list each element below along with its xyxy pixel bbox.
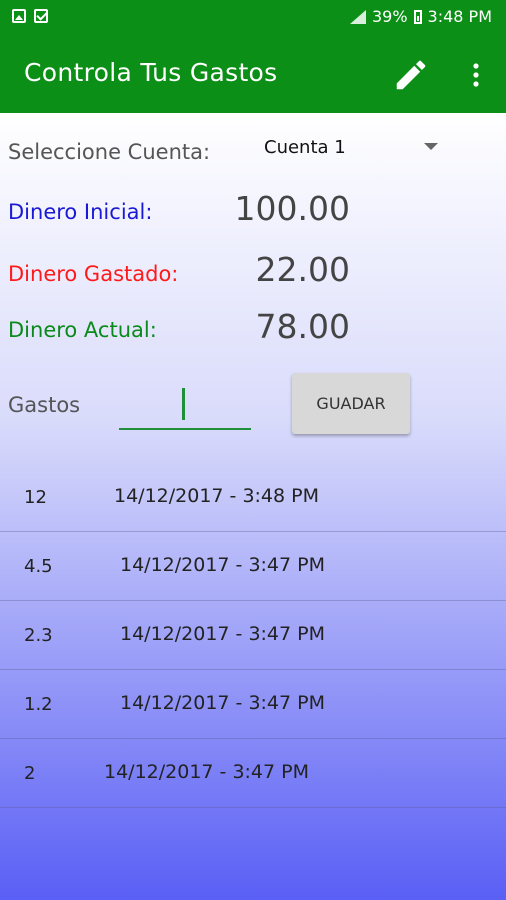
expense-row[interactable]: 2 14/12/2017 - 3:47 PM xyxy=(0,739,506,808)
battery-percent: 39% xyxy=(371,7,408,26)
dinero-inicial-value: 100.00 xyxy=(234,189,350,228)
notification-icons xyxy=(12,9,48,23)
expense-amount: 2.3 xyxy=(24,625,53,646)
expense-row[interactable]: 1.2 14/12/2017 - 3:47 PM xyxy=(0,670,506,739)
clock: 3:48 PM xyxy=(427,7,492,26)
account-selected[interactable]: Cuenta 1 xyxy=(264,137,346,158)
account-label: Seleccione Cuenta: xyxy=(8,140,211,164)
expense-amount: 1.2 xyxy=(24,694,53,715)
dropdown-arrow-icon[interactable] xyxy=(424,143,438,150)
battery-icon xyxy=(413,9,422,24)
more-vert-icon[interactable] xyxy=(466,60,486,90)
app-bar: Controla Tus Gastos xyxy=(0,34,506,113)
status-right: 39% 3:48 PM xyxy=(349,7,492,26)
gastos-label: Gastos xyxy=(8,393,81,417)
message-notification-icon xyxy=(34,9,48,23)
save-button[interactable]: GUADAR xyxy=(292,373,410,434)
expense-date: 14/12/2017 - 3:47 PM xyxy=(104,761,310,783)
expense-row[interactable]: 4.5 14/12/2017 - 3:47 PM xyxy=(0,532,506,601)
signal-icon xyxy=(349,9,366,24)
expense-row[interactable]: 12 14/12/2017 - 3:48 PM xyxy=(0,463,506,532)
image-notification-icon xyxy=(12,9,26,23)
pencil-icon[interactable] xyxy=(392,56,430,94)
expense-amount: 4.5 xyxy=(24,556,53,577)
expense-date: 14/12/2017 - 3:47 PM xyxy=(120,692,326,714)
expense-date: 14/12/2017 - 3:47 PM xyxy=(120,623,326,645)
expense-amount: 12 xyxy=(24,487,47,508)
expense-list: 12 14/12/2017 - 3:48 PM 4.5 14/12/2017 -… xyxy=(0,463,506,808)
expense-date: 14/12/2017 - 3:48 PM xyxy=(114,485,320,507)
expense-date: 14/12/2017 - 3:47 PM xyxy=(120,554,326,576)
expense-amount: 2 xyxy=(24,763,36,784)
text-cursor xyxy=(182,388,185,420)
dinero-actual-label: Dinero Actual: xyxy=(8,318,157,342)
gastos-input[interactable] xyxy=(119,380,251,430)
dinero-actual-value: 78.00 xyxy=(255,307,350,346)
dinero-gastado-value: 22.00 xyxy=(255,250,350,289)
app-title: Controla Tus Gastos xyxy=(24,58,278,87)
expense-row[interactable]: 2.3 14/12/2017 - 3:47 PM xyxy=(0,601,506,670)
status-bar: 39% 3:48 PM xyxy=(0,0,506,34)
dinero-inicial-label: Dinero Inicial: xyxy=(8,200,153,224)
